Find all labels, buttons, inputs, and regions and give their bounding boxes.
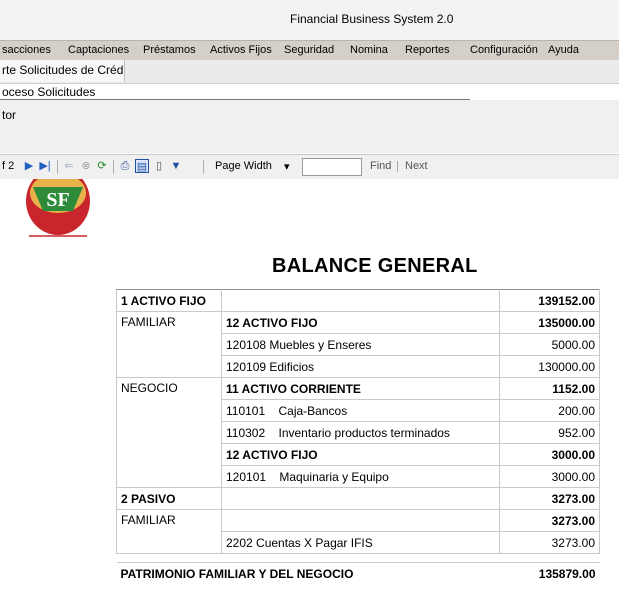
toolbar-separator [113, 160, 114, 174]
table-row: PATRIMONIO FAMILIAR Y DEL NEGOCIO 135879… [116, 562, 600, 584]
menu-item-transacciones[interactable]: sacciones [2, 44, 51, 56]
account-group: 2 PASIVO [116, 487, 222, 510]
menu-item-reportes[interactable]: Reportes [405, 44, 450, 56]
account-amount: 3273.00 [499, 509, 600, 532]
account-name: 12 ACTIVO FIJO [221, 311, 500, 334]
tab-proceso-solicitudes[interactable]: oceso Solicitudes [0, 84, 95, 100]
print-icon[interactable]: ⎙ [118, 159, 132, 173]
account-name: 120101 Maquinaria y Equipo [221, 465, 500, 488]
report-toolbar: f 2 ▶ ▶| ⇐ ⊗ ⟳ ⎙ ▤ ▯ ▼ Page Width ▾ Find… [0, 154, 619, 180]
account-group: NEGOCIO [116, 377, 222, 488]
account-amount: 200.00 [499, 399, 600, 422]
zoom-dropdown-icon[interactable]: ▾ [284, 160, 290, 173]
account-name: 110302 Inventario productos terminados [221, 421, 500, 444]
account-group: FAMILIAR [116, 509, 222, 554]
document-tab-strip: rte Solicitudes de Crédito [0, 60, 619, 84]
toolbar-separator [57, 160, 58, 174]
table-spacer [499, 553, 600, 563]
zoom-select[interactable]: Page Width [215, 160, 272, 172]
account-amount: 5000.00 [499, 333, 600, 356]
menu-bar: sacciones Captaciones Préstamos Activos … [0, 40, 619, 61]
stop-icon[interactable]: ⊗ [79, 159, 93, 173]
filter-panel: tor [0, 100, 619, 153]
account-amount: 135000.00 [499, 311, 600, 334]
find-separator: | [396, 160, 399, 172]
account-amount: 139152.00 [499, 289, 600, 312]
table-row: 1 ACTIVO FIJO 139152.00 [116, 289, 600, 312]
print-layout-icon[interactable]: ▤ [135, 159, 149, 173]
company-logo: SF [26, 179, 90, 237]
account-amount: 952.00 [499, 421, 600, 444]
account-name: 11 ACTIVO CORRIENTE [221, 377, 500, 400]
page-setup-icon[interactable]: ▯ [152, 159, 166, 173]
menu-item-configuracion[interactable]: Configuración [470, 44, 538, 56]
menu-item-ayuda[interactable]: Ayuda [548, 44, 579, 56]
account-name: 12 ACTIVO FIJO [221, 443, 500, 466]
account-amount: 1152.00 [499, 377, 600, 400]
account-amount: 130000.00 [499, 355, 600, 378]
next-link[interactable]: Next [405, 160, 428, 172]
account-name [221, 487, 500, 510]
account-name: 110101 Caja-Bancos [221, 399, 500, 422]
last-page-icon[interactable]: ▶| [38, 159, 52, 173]
next-page-icon[interactable]: ▶ [22, 159, 36, 173]
account-amount: 3273.00 [499, 531, 600, 554]
window-title: Financial Business System 2.0 [290, 12, 454, 26]
table-spacer [116, 553, 500, 563]
account-amount: 3000.00 [499, 465, 600, 488]
menu-item-nomina[interactable]: Nomina [350, 44, 388, 56]
export-icon[interactable]: ▼ [169, 159, 183, 173]
refresh-icon[interactable]: ⟳ [95, 159, 109, 173]
tab-reporte-solicitudes[interactable]: rte Solicitudes de Crédito [0, 60, 125, 82]
account-amount: 3000.00 [499, 443, 600, 466]
page-count: f 2 [2, 160, 15, 172]
menu-item-seguridad[interactable]: Seguridad [284, 44, 334, 56]
report-page: SF BALANCE GENERAL 1 ACTIVO FIJO 139152.… [0, 179, 619, 594]
table-row: NEGOCIO 11 ACTIVO CORRIENTE 1152.00 [116, 377, 600, 488]
table-row: FAMILIAR 3273.00 [116, 509, 600, 554]
window-titlebar: Financial Business System 2.0 [0, 0, 619, 40]
panel-label: tor [2, 108, 17, 122]
account-name: 120108 Muebles y Enseres [221, 333, 500, 356]
menu-item-activos-fijos[interactable]: Activos Fijos [210, 44, 272, 56]
table-row [116, 553, 600, 563]
secondary-tab-strip: oceso Solicitudes [0, 84, 619, 100]
back-icon[interactable]: ⇐ [62, 159, 76, 173]
toolbar-separator [203, 160, 204, 174]
balance-table: 1 ACTIVO FIJO 139152.00 FAMILIAR 12 ACTI… [116, 289, 600, 584]
account-name [221, 509, 500, 532]
report-title: BALANCE GENERAL [272, 255, 478, 277]
menu-item-prestamos[interactable]: Préstamos [143, 44, 196, 56]
table-row: FAMILIAR 12 ACTIVO FIJO 135000.00 [116, 311, 600, 378]
account-group: 1 ACTIVO FIJO [116, 289, 222, 312]
menu-item-captaciones[interactable]: Captaciones [68, 44, 129, 56]
find-input[interactable] [302, 158, 362, 176]
account-group: FAMILIAR [116, 311, 222, 378]
find-link[interactable]: Find [370, 160, 391, 172]
total-label: PATRIMONIO FAMILIAR Y DEL NEGOCIO [116, 562, 500, 584]
account-name [221, 289, 500, 312]
account-name: 120109 Edificios [221, 355, 500, 378]
table-row: 2 PASIVO 3273.00 [116, 487, 600, 510]
account-name: 2202 Cuentas X Pagar IFIS [221, 531, 500, 554]
total-amount: 135879.00 [499, 562, 600, 584]
logo-text: SF [46, 189, 69, 211]
account-amount: 3273.00 [499, 487, 600, 510]
